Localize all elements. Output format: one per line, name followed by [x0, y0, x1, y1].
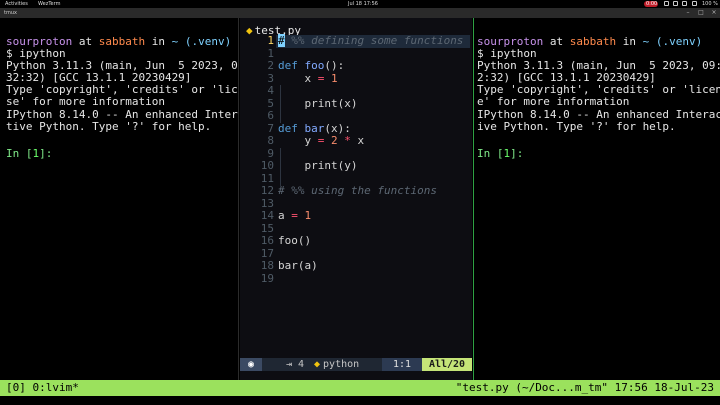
clock[interactable]: Jul 18 17:56 [348, 0, 378, 8]
vim-statusline: ◉ ⇥ 4 ◆ python 1:1 All/20 [240, 358, 472, 371]
output-line: se' for more information [6, 95, 165, 108]
power-icon[interactable] [682, 1, 687, 6]
active-app-label[interactable]: WezTerm [38, 0, 60, 8]
window-titlebar[interactable]: tmux – □ × [0, 8, 720, 18]
mode-indicator-icon: ◉ [240, 358, 262, 371]
output-line: tive Python. Type '?' for help. [6, 120, 212, 133]
line-number: 8 [267, 134, 274, 147]
code-line[interactable]: print(x) [278, 97, 357, 111]
code-line[interactable]: def foo(): [278, 59, 344, 73]
window-title: tmux [4, 10, 17, 16]
line-number: 14 [260, 209, 274, 222]
tmux-window-list[interactable]: [0] 0:lvim* [6, 380, 79, 396]
output-line: e' for more information [477, 95, 630, 108]
activities-button[interactable]: Activities [5, 0, 28, 8]
scroll-percent: All/20 [422, 358, 472, 371]
code-line[interactable]: print(y) [278, 159, 357, 173]
python-icon: ◆ [314, 359, 321, 370]
volume-icon[interactable] [673, 1, 678, 6]
cursor-position: 1:1 [382, 358, 422, 371]
line-number: 12 [260, 184, 274, 197]
maximize-icon[interactable]: □ [697, 9, 705, 17]
line-number: 16 [260, 234, 274, 247]
code-line[interactable]: foo() [278, 234, 311, 248]
network-icon[interactable] [664, 1, 669, 6]
left-ipython-pane[interactable]: sourproton at sabbath in ~ (.venv) $ ipy… [0, 18, 238, 380]
code-line[interactable]: bar(a) [278, 259, 318, 273]
right-ipython-pane[interactable]: sourproton at sabbath in ~ (.venv) $ ipy… [475, 18, 720, 380]
ipython-input-prompt[interactable]: In [1]: [6, 147, 52, 160]
code-line[interactable]: a = 1 [278, 209, 311, 223]
recording-time: 0:00 [646, 1, 658, 7]
code-line[interactable]: # %% defining some functions [278, 34, 463, 48]
editor-pane[interactable]: ◆ test.py 1 1 2 3 4 5 6 7 8 9 10 11 12 13… [240, 18, 472, 380]
line-number: 6 [267, 109, 274, 122]
code-line[interactable]: x = 1 [278, 72, 337, 86]
line-number: 4 [267, 84, 274, 97]
tmux-status-bar: [0] 0:lvim* "test.py (~/Doc...m_tm" 17:5… [0, 380, 720, 396]
ipython-input-prompt[interactable]: In [1]: [477, 147, 523, 160]
pane-divider-active[interactable] [473, 18, 474, 380]
output-line: ive Python. Type '?' for help. [477, 120, 676, 133]
battery-percent: 100 % [702, 1, 718, 7]
text-cursor: # [278, 34, 285, 47]
system-top-bar: Activities WezTerm Jul 18 17:56 0:00 100… [0, 0, 720, 8]
filetype-indicator: ◆ python [314, 359, 360, 370]
tmux-status-right: "test.py (~/Doc...m_tm" 17:56 18-Jul-23 [455, 381, 714, 394]
close-icon[interactable]: × [710, 9, 718, 17]
terminal[interactable]: sourproton at sabbath in ~ (.venv) $ ipy… [0, 18, 720, 380]
line-number: 18 [260, 259, 274, 272]
pane-divider[interactable] [238, 18, 239, 380]
line-number: 1 [267, 34, 274, 47]
indent-indicator: ⇥ 4 [286, 359, 305, 370]
battery-icon[interactable] [692, 1, 697, 6]
line-number: 19 [260, 272, 274, 285]
line-number: 2 [267, 59, 274, 72]
line-number: 10 [260, 159, 274, 172]
minimize-icon[interactable]: – [684, 9, 692, 17]
code-line[interactable]: y = 2 * x [278, 134, 364, 148]
code-line[interactable]: # %% using the functions [278, 184, 437, 198]
